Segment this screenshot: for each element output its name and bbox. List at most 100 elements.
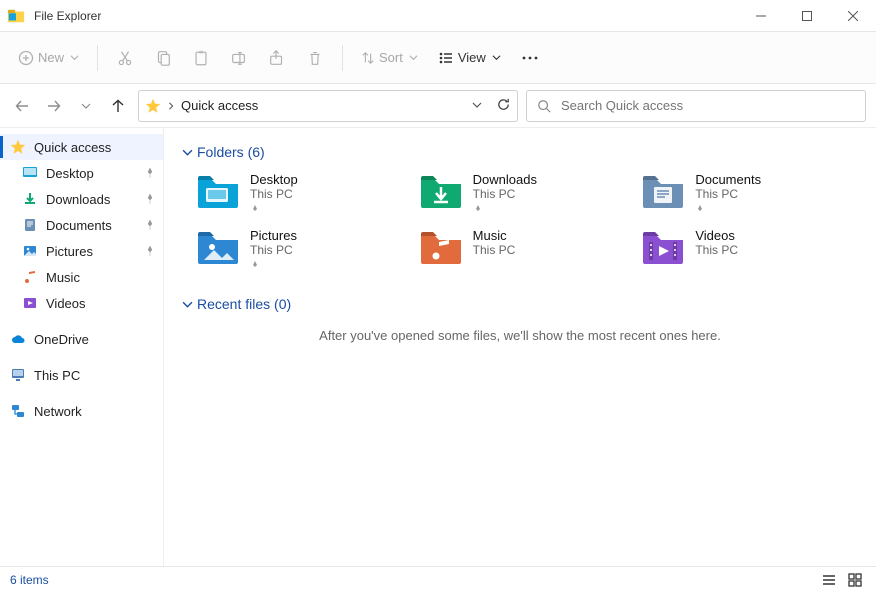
folder-location: This PC — [695, 187, 761, 201]
chevron-down-icon — [70, 53, 79, 62]
sort-icon — [361, 51, 375, 65]
refresh-button[interactable] — [496, 97, 511, 115]
chevron-down-icon — [81, 101, 91, 111]
sidebar-item-label: This PC — [34, 368, 80, 383]
folder-downloads[interactable]: Downloads This PC — [419, 172, 636, 218]
folder-location: This PC — [250, 187, 298, 201]
sidebar-item-label: Desktop — [46, 166, 94, 181]
back-button[interactable] — [10, 94, 34, 118]
history-dropdown[interactable] — [74, 94, 98, 118]
folder-icon — [419, 228, 463, 266]
sidebar-item-documents[interactable]: Documents — [0, 212, 163, 238]
plus-circle-icon — [18, 50, 34, 66]
pin-icon — [145, 218, 155, 233]
body: Quick access Desktop Downloads Documents — [0, 128, 876, 566]
pin-icon — [250, 203, 298, 218]
folder-desktop[interactable]: Desktop This PC — [196, 172, 413, 218]
address-dropdown[interactable] — [472, 98, 482, 113]
folder-name: Desktop — [250, 172, 298, 187]
chevron-down-icon — [472, 100, 482, 110]
more-button[interactable] — [513, 40, 547, 76]
arrow-up-icon — [110, 98, 126, 114]
sidebar-item-downloads[interactable]: Downloads — [0, 186, 163, 212]
explorer-app-icon — [6, 6, 26, 26]
sidebar-item-videos[interactable]: Videos — [0, 290, 163, 316]
folder-pictures[interactable]: Pictures This PC — [196, 228, 413, 274]
delete-button[interactable] — [298, 40, 332, 76]
section-title: Recent files (0) — [197, 296, 291, 312]
sidebar-item-desktop[interactable]: Desktop — [0, 160, 163, 186]
share-icon — [268, 49, 286, 67]
folder-name: Downloads — [473, 172, 537, 187]
trash-icon — [306, 49, 324, 67]
new-label: New — [38, 50, 64, 65]
documents-icon — [22, 217, 38, 233]
address-bar[interactable]: Quick access — [138, 90, 518, 122]
sidebar-item-pictures[interactable]: Pictures — [0, 238, 163, 264]
search-input[interactable] — [561, 98, 855, 113]
window-title: File Explorer — [34, 9, 101, 23]
cloud-icon — [10, 331, 26, 347]
search-icon — [537, 99, 551, 113]
star-icon — [145, 98, 161, 114]
more-icon — [521, 49, 539, 67]
status-count: 6 items — [10, 573, 49, 587]
share-button[interactable] — [260, 40, 294, 76]
folder-location: This PC — [473, 187, 537, 201]
sidebar-item-label: Documents — [46, 218, 112, 233]
minimize-button[interactable] — [738, 0, 784, 32]
sidebar-onedrive[interactable]: OneDrive — [0, 326, 163, 352]
copy-icon — [154, 49, 172, 67]
list-icon — [822, 573, 836, 587]
folder-name: Videos — [695, 228, 738, 243]
status-bar: 6 items — [0, 566, 876, 592]
pin-icon — [695, 203, 761, 218]
sidebar-quick-access[interactable]: Quick access — [0, 134, 163, 160]
folder-music[interactable]: Music This PC — [419, 228, 636, 274]
sort-label: Sort — [379, 50, 403, 65]
new-button[interactable]: New — [10, 40, 87, 76]
sidebar-this-pc[interactable]: This PC — [0, 362, 163, 388]
cut-button[interactable] — [108, 40, 142, 76]
sidebar-network[interactable]: Network — [0, 398, 163, 424]
rename-button[interactable] — [222, 40, 256, 76]
up-button[interactable] — [106, 94, 130, 118]
monitor-icon — [10, 367, 26, 383]
maximize-button[interactable] — [784, 0, 830, 32]
separator — [97, 45, 98, 71]
folder-location: This PC — [695, 243, 738, 257]
recent-section-header[interactable]: Recent files (0) — [182, 296, 858, 312]
sidebar: Quick access Desktop Downloads Documents — [0, 128, 164, 566]
thumbnails-view-button[interactable] — [844, 570, 866, 590]
folder-location: This PC — [250, 243, 297, 257]
sort-button[interactable]: Sort — [353, 40, 426, 76]
chevron-down-icon — [409, 53, 418, 62]
view-button[interactable]: View — [430, 40, 509, 76]
sidebar-item-label: Pictures — [46, 244, 93, 259]
chevron-down-icon — [182, 299, 193, 310]
folders-section-header[interactable]: Folders (6) — [182, 144, 858, 160]
folder-name: Pictures — [250, 228, 297, 243]
search-box[interactable] — [526, 90, 866, 122]
folder-icon — [196, 172, 240, 210]
paste-button[interactable] — [184, 40, 218, 76]
pin-icon — [145, 166, 155, 181]
clipboard-icon — [192, 49, 210, 67]
details-view-button[interactable] — [818, 570, 840, 590]
pin-icon — [145, 244, 155, 259]
sidebar-item-label: Network — [34, 404, 82, 419]
main-content: Folders (6) Desktop This PC — [164, 128, 876, 566]
desktop-icon — [22, 165, 38, 181]
network-icon — [10, 403, 26, 419]
copy-button[interactable] — [146, 40, 180, 76]
close-button[interactable] — [830, 0, 876, 32]
rename-icon — [230, 49, 248, 67]
folder-documents[interactable]: Documents This PC — [641, 172, 858, 218]
folder-videos[interactable]: Videos This PC — [641, 228, 858, 274]
sidebar-item-music[interactable]: Music — [0, 264, 163, 290]
view-icon — [438, 50, 454, 66]
title-bar: File Explorer — [0, 0, 876, 32]
address-location: Quick access — [181, 98, 258, 113]
forward-button[interactable] — [42, 94, 66, 118]
folder-icon — [419, 172, 463, 210]
